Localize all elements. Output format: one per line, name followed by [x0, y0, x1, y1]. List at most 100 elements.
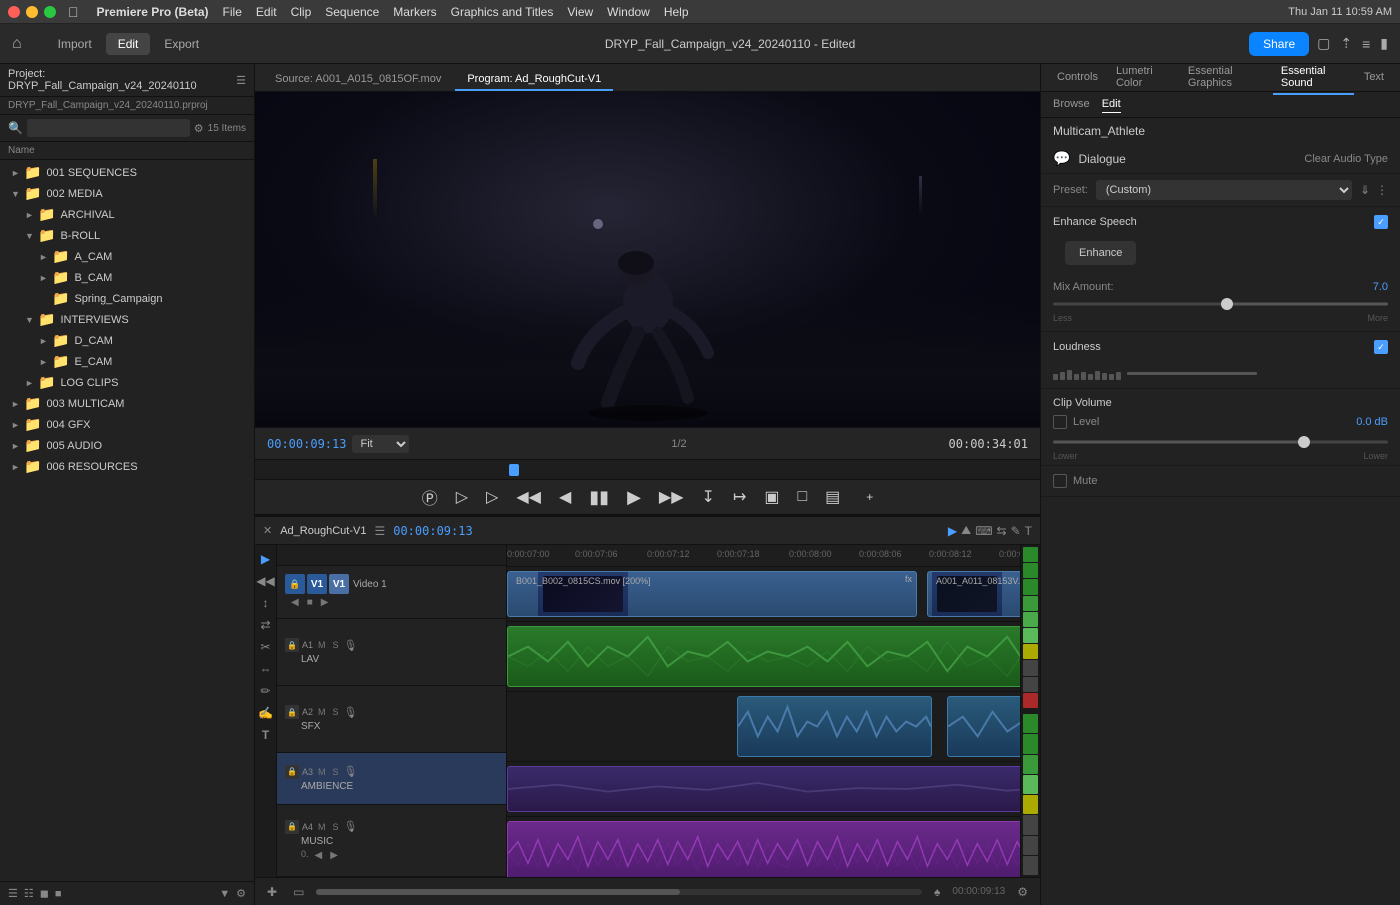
loudness-checkbox[interactable]: ✓: [1374, 340, 1388, 354]
sequence-menu-icon[interactable]: ☰: [374, 524, 385, 538]
maximize-button[interactable]: [44, 6, 56, 18]
enhance-button[interactable]: Enhance: [1065, 241, 1136, 265]
pen-tool[interactable]: ✎: [1011, 523, 1021, 538]
v1-clip-1[interactable]: B001_B002_0815CS.mov [200%] fx: [507, 571, 917, 617]
track-select-tool[interactable]: ◀◀: [255, 571, 278, 591]
sort-icon[interactable]: ▼: [219, 888, 230, 900]
list-item[interactable]: ► 📁 E_CAM: [0, 351, 254, 372]
enhance-speech-checkbox[interactable]: ✓: [1374, 215, 1388, 229]
timeline-zoom-slider[interactable]: [316, 889, 922, 895]
camera-button[interactable]: ▣: [758, 483, 785, 511]
a3-clip-1[interactable]: [507, 766, 1020, 812]
grid-icon[interactable]: ≡: [1362, 36, 1370, 52]
list-item[interactable]: ► 📁 LOG CLIPS: [0, 372, 254, 393]
preset-select[interactable]: (Custom): [1096, 180, 1352, 200]
slip-slide-tool[interactable]: ⇔: [257, 659, 275, 679]
list-item[interactable]: ► 📁 D_CAM: [0, 330, 254, 351]
selection-tool[interactable]: ▶: [948, 523, 957, 538]
a1-mute-btn[interactable]: M: [316, 639, 328, 651]
ripple-tool[interactable]: ⛰: [961, 523, 971, 538]
automate-icon[interactable]: ⚙: [236, 887, 246, 900]
edit-sub-tab[interactable]: Edit: [1102, 96, 1121, 113]
minimize-button[interactable]: [26, 6, 38, 18]
trim-button[interactable]: +: [860, 486, 879, 508]
a2-clip-2[interactable]: [947, 696, 1020, 757]
panel-menu-icon[interactable]: ☰: [236, 74, 246, 87]
list-item[interactable]: ► 📁 ARCHIVAL: [0, 204, 254, 225]
import-tab[interactable]: Import: [46, 33, 104, 55]
hand-tool[interactable]: ✍: [255, 703, 276, 723]
go-next-button[interactable]: ▶▶: [653, 483, 690, 511]
a4-clip-1[interactable]: ♫: [507, 821, 1020, 877]
mute-checkbox[interactable]: [1053, 474, 1067, 488]
a1-clip-1[interactable]: [507, 626, 1020, 687]
list-item[interactable]: ► 📁 006 RESOURCES: [0, 456, 254, 477]
v1-prev-btn[interactable]: ■: [305, 596, 315, 609]
type-tool[interactable]: T: [1025, 523, 1032, 538]
a2-solo-btn[interactable]: S: [331, 706, 341, 718]
graphics-titles-menu-item[interactable]: Graphics and Titles: [451, 5, 554, 19]
list-item[interactable]: ► 📁 Spring_Campaign: [0, 288, 254, 309]
browse-sub-tab[interactable]: Browse: [1053, 96, 1090, 113]
home-icon[interactable]: ⌂: [12, 35, 22, 53]
delete-track-button[interactable]: ▭: [289, 883, 308, 901]
close-sequence-button[interactable]: ✕: [263, 524, 272, 537]
a4-solo-btn[interactable]: S: [331, 821, 341, 833]
window-controls[interactable]: [8, 6, 56, 18]
help-menu-item[interactable]: Help: [664, 5, 689, 19]
a3-solo-btn[interactable]: S: [331, 766, 341, 778]
slip-tool[interactable]: ⇆: [997, 523, 1007, 538]
add-track-button[interactable]: ✚: [263, 883, 281, 901]
insert-button[interactable]: ↧: [696, 483, 721, 511]
select-tool-button[interactable]: ▶: [258, 549, 273, 569]
ripple-edit-tool[interactable]: ↕: [260, 593, 272, 613]
controls-tab[interactable]: Controls: [1049, 67, 1106, 89]
sequence-menu-item[interactable]: Sequence: [325, 5, 379, 19]
v1-sync-btn[interactable]: ◀: [289, 596, 301, 609]
file-menu-item[interactable]: File: [223, 5, 242, 19]
mix-slider-container[interactable]: [1053, 297, 1388, 311]
pen-keyframe-tool[interactable]: ✏: [257, 681, 273, 701]
list-item[interactable]: ▼ 📁 INTERVIEWS: [0, 309, 254, 330]
mark-out-button[interactable]: ▷: [450, 483, 474, 511]
search-options-icon[interactable]: ⚙: [194, 122, 204, 135]
list-item[interactable]: ▼ 📁 002 MEDIA: [0, 183, 254, 204]
type-tool-button[interactable]: T: [259, 725, 272, 745]
essential-graphics-tab[interactable]: Essential Graphics: [1180, 64, 1271, 95]
fit-sequence-button[interactable]: ♠: [930, 883, 944, 901]
clear-audio-type-button[interactable]: Clear Audio Type: [1304, 153, 1388, 165]
mark-in-button[interactable]: Ⓟ: [416, 481, 444, 513]
project-search-input[interactable]: [27, 119, 190, 137]
list-item[interactable]: ► 📁 005 AUDIO: [0, 435, 254, 456]
razor-cut-tool[interactable]: ✂: [257, 637, 273, 657]
clip-menu-item[interactable]: Clip: [291, 5, 312, 19]
lift-button[interactable]: □: [791, 484, 813, 510]
a2-clip-1[interactable]: [737, 696, 932, 757]
a4-next-btn[interactable]: ▶: [328, 849, 340, 862]
v1-clip-2[interactable]: A001_A011_08153V.mov: [927, 571, 1020, 617]
rate-stretch-tool[interactable]: ⇄: [257, 615, 273, 635]
level-slider[interactable]: [1053, 435, 1388, 449]
export-tab[interactable]: Export: [152, 33, 211, 55]
a3-mute-btn[interactable]: M: [316, 766, 328, 778]
mark-clip-button[interactable]: ▷: [480, 483, 504, 511]
new-bin-icon[interactable]: ☰: [8, 887, 18, 900]
preview-scrubber[interactable]: [255, 459, 1040, 479]
edit-menu-item[interactable]: Edit: [256, 5, 277, 19]
save-preset-icon[interactable]: ⇓: [1360, 183, 1370, 197]
markers-menu-item[interactable]: Markers: [393, 5, 436, 19]
list-item[interactable]: ► 📁 003 MULTICAM: [0, 393, 254, 414]
list-item[interactable]: ► 📁 B_CAM: [0, 267, 254, 288]
v1-next-btn[interactable]: ▶: [319, 596, 331, 609]
view-menu-item[interactable]: View: [567, 5, 593, 19]
step-back-button[interactable]: ◀: [553, 483, 577, 511]
level-thumb[interactable]: [1298, 436, 1310, 448]
stop-button[interactable]: ▮▮: [583, 483, 615, 512]
list-item[interactable]: ► 📁 A_CAM: [0, 246, 254, 267]
list-item[interactable]: ▼ 📁 B-ROLL: [0, 225, 254, 246]
razor-tool[interactable]: ⌨: [975, 523, 992, 538]
list-item[interactable]: ► 📁 004 GFX: [0, 414, 254, 435]
list-item[interactable]: ► 📁 001 SEQUENCES: [0, 162, 254, 183]
freeform-icon[interactable]: ■: [55, 888, 62, 900]
app-menu-item[interactable]: Premiere Pro (Beta): [97, 5, 209, 19]
